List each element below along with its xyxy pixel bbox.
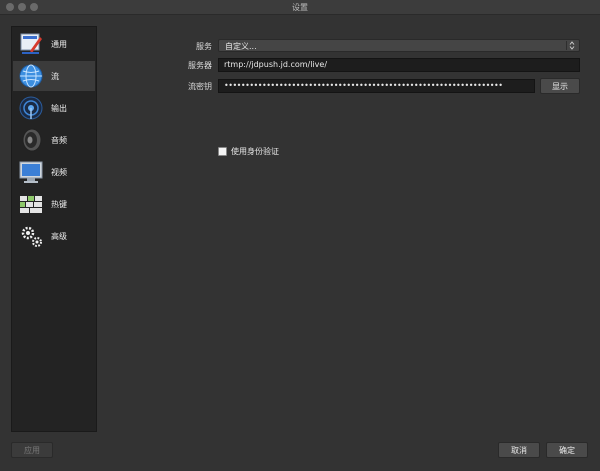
sidebar-item-label: 视频 [51,167,67,177]
sidebar-item-audio[interactable]: 音频 [13,125,95,155]
ok-button[interactable]: 确定 [546,442,588,458]
sidebar-item-general[interactable]: 通用 [13,29,95,59]
sidebar-item-label: 音频 [51,135,67,145]
advanced-gears-icon [17,222,45,250]
sidebar-item-label: 通用 [51,39,67,49]
apply-button[interactable]: 应用 [11,442,53,458]
output-broadcast-icon [17,94,45,122]
stream-key-input[interactable]: ••••••••••••••••••••••••••••••••••••••••… [218,79,535,93]
stream-globe-icon [17,62,45,90]
sidebar-item-stream[interactable]: 流 [13,61,95,91]
window-title: 设置 [292,3,308,12]
server-input[interactable]: rtmp://jdpush.jd.com/live/ [218,58,580,72]
sidebar-item-label: 热键 [51,199,67,209]
settings-window: 通用 流 输出 音频 视频 热键 高级 服务 自定义... 服务器 rtmp:/… [0,15,600,471]
sidebar-item-hotkeys[interactable]: 热键 [13,189,95,219]
cancel-button[interactable]: 取消 [498,442,540,458]
sidebar-item-advanced[interactable]: 高级 [13,221,95,251]
sidebar-item-label: 高级 [51,231,67,241]
show-key-button[interactable]: 显示 [540,78,580,94]
server-label: 服务器 [188,61,212,70]
sidebar-item-video[interactable]: 视频 [13,157,95,187]
audio-speaker-icon [17,126,45,154]
sidebar-item-label: 流 [51,71,59,81]
use-auth-option[interactable]: 使用身份验证 [218,146,279,157]
settings-sidebar: 通用 流 输出 音频 视频 热键 高级 [11,26,97,432]
stream-key-label: 流密钥 [188,82,212,91]
title-bar: 设置 [0,0,600,15]
chevron-up-down-icon [566,41,576,50]
use-auth-label: 使用身份验证 [231,147,279,156]
service-select[interactable]: 自定义... [218,39,580,52]
general-icon [17,30,45,58]
hotkeys-keyboard-icon [17,190,45,218]
service-label: 服务 [196,42,212,51]
sidebar-item-output[interactable]: 输出 [13,93,95,123]
service-select-value: 自定义... [225,42,257,51]
sidebar-item-label: 输出 [51,103,67,113]
video-monitor-icon [17,158,45,186]
use-auth-checkbox[interactable] [218,147,227,156]
